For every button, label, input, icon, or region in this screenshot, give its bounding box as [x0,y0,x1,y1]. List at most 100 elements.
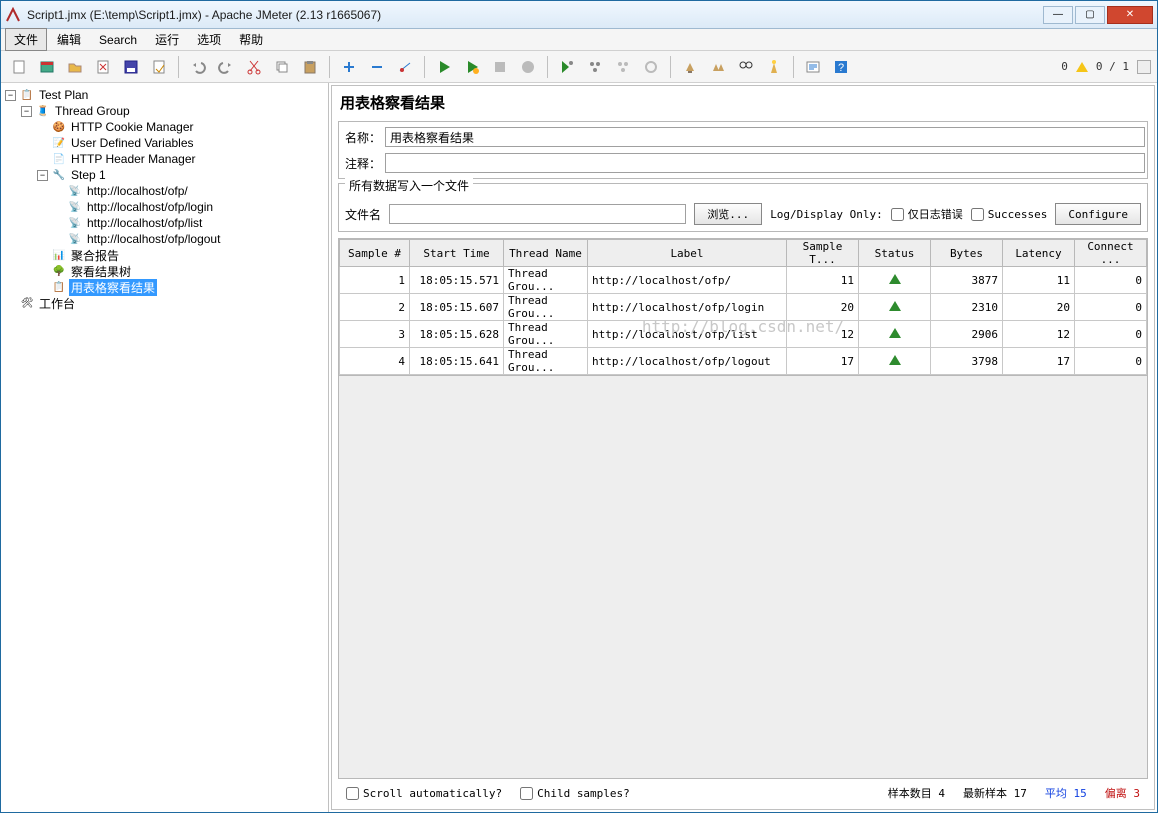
dev-label: 偏离 [1105,787,1127,800]
samples-value: 4 [938,787,945,800]
close-icon[interactable] [91,55,115,79]
samples-label: 样本数目 [888,787,932,800]
menu-search[interactable]: Search [91,31,145,49]
open-icon[interactable] [63,55,87,79]
successes-checkbox[interactable]: Successes [971,208,1048,221]
tree-thread-group[interactable]: Thread Group [53,104,132,118]
tree-table-result[interactable]: 用表格察看结果 [69,279,157,296]
status-ok-icon [889,328,901,338]
listener-icon: 📋 [51,279,67,295]
tree-workbench[interactable]: 工作台 [37,295,77,312]
testplan-icon: 📋 [19,87,35,103]
expand-icon[interactable] [337,55,361,79]
tree-req4[interactable]: http://localhost/ofp/logout [85,232,222,246]
tree-toggle[interactable]: − [37,170,48,181]
filename-input[interactable] [389,204,686,224]
remote-start-icon[interactable] [555,55,579,79]
tree-header-mgr[interactable]: HTTP Header Manager [69,152,198,166]
menu-run[interactable]: 运行 [147,29,187,50]
controller-icon: 🔧 [51,167,67,183]
col-sampletime[interactable]: Sample T... [787,240,859,267]
status-ok-icon [889,274,901,284]
tree-step1[interactable]: Step 1 [69,168,108,182]
col-thread[interactable]: Thread Name [504,240,588,267]
status-ok-icon [889,355,901,365]
tree-test-plan[interactable]: Test Plan [37,88,90,102]
tree-agg[interactable]: 聚合报告 [69,247,121,264]
undo-icon[interactable] [186,55,210,79]
sampler-icon: 📡 [67,199,83,215]
col-start[interactable]: Start Time [410,240,504,267]
save-icon[interactable] [119,55,143,79]
menu-options[interactable]: 选项 [189,29,229,50]
scroll-auto-checkbox[interactable]: Scroll automatically? [346,787,502,800]
table-row[interactable]: 118:05:15.571Thread Grou...http://localh… [340,267,1147,294]
tree-req1[interactable]: http://localhost/ofp/ [85,184,190,198]
tree-req2[interactable]: http://localhost/ofp/login [85,200,215,214]
configure-button[interactable]: Configure [1055,203,1141,225]
config-icon: 📄 [51,151,67,167]
copy-icon[interactable] [270,55,294,79]
config-icon: 📝 [51,135,67,151]
name-input[interactable] [385,127,1145,147]
tree-result-tree[interactable]: 察看结果树 [69,263,133,280]
stop-icon[interactable] [488,55,512,79]
dev-value: 3 [1133,787,1140,800]
function-helper-icon[interactable] [801,55,825,79]
titlebar: Script1.jmx (E:\temp\Script1.jmx) - Apac… [1,1,1157,29]
col-label[interactable]: Label [588,240,787,267]
redo-icon[interactable] [214,55,238,79]
thread-count: 0 / 1 [1096,60,1129,73]
tree-toggle[interactable]: − [21,106,32,117]
run-indicator [1137,60,1151,74]
start-icon[interactable] [432,55,456,79]
maximize-button[interactable]: ▢ [1075,6,1105,24]
help-icon[interactable]: ? [829,55,853,79]
error-count: 0 [1061,60,1068,73]
file-group-title: 所有数据写入一个文件 [345,177,473,194]
remote-start-all-icon[interactable] [583,55,607,79]
panel-title: 用表格察看结果 [332,86,1154,119]
toggle-icon[interactable] [393,55,417,79]
table-row[interactable]: 418:05:15.641Thread Grou...http://localh… [340,348,1147,375]
clear-all-icon[interactable] [706,55,730,79]
test-plan-tree[interactable]: −📋Test Plan −🧵Thread Group 🍪HTTP Cookie … [1,83,329,812]
remote-shutdown-icon[interactable] [639,55,663,79]
col-latency[interactable]: Latency [1003,240,1075,267]
paste-icon[interactable] [298,55,322,79]
search-tb-icon[interactable] [734,55,758,79]
tree-cookie-mgr[interactable]: HTTP Cookie Manager [69,120,196,134]
menu-edit[interactable]: 编辑 [49,29,89,50]
new-icon[interactable] [7,55,31,79]
start-no-timers-icon[interactable] [460,55,484,79]
menu-help[interactable]: 帮助 [231,29,271,50]
col-status[interactable]: Status [859,240,931,267]
close-button[interactable]: ✕ [1107,6,1153,24]
remote-stop-icon[interactable] [611,55,635,79]
col-bytes[interactable]: Bytes [931,240,1003,267]
collapse-icon[interactable] [365,55,389,79]
reset-search-icon[interactable] [762,55,786,79]
app-icon [5,7,21,23]
col-sample[interactable]: Sample # [340,240,410,267]
comment-input[interactable] [385,153,1145,173]
tree-toggle[interactable]: − [5,90,16,101]
menu-file[interactable]: 文件 [5,28,47,51]
browse-button[interactable]: 浏览... [694,203,762,225]
child-samples-checkbox[interactable]: Child samples? [520,787,630,800]
errors-only-checkbox[interactable]: 仅日志错误 [891,206,963,222]
save-as-icon[interactable] [147,55,171,79]
table-empty-area: http://blog.csdn.net/ [338,376,1148,779]
cut-icon[interactable] [242,55,266,79]
footer: Scroll automatically? Child samples? 样本数… [338,781,1148,805]
listener-icon: 🌳 [51,263,67,279]
col-connect[interactable]: Connect ... [1075,240,1147,267]
minimize-button[interactable]: — [1043,6,1073,24]
tree-req3[interactable]: http://localhost/ofp/list [85,216,204,230]
results-table[interactable]: Sample # Start Time Thread Name Label Sa… [338,238,1148,376]
tree-user-vars[interactable]: User Defined Variables [69,136,196,150]
templates-icon[interactable] [35,55,59,79]
clear-icon[interactable] [678,55,702,79]
shutdown-icon[interactable] [516,55,540,79]
main-panel: 用表格察看结果 名称： 注释： 所有数据写入一个文件 文件名 浏览... Log… [331,85,1155,810]
